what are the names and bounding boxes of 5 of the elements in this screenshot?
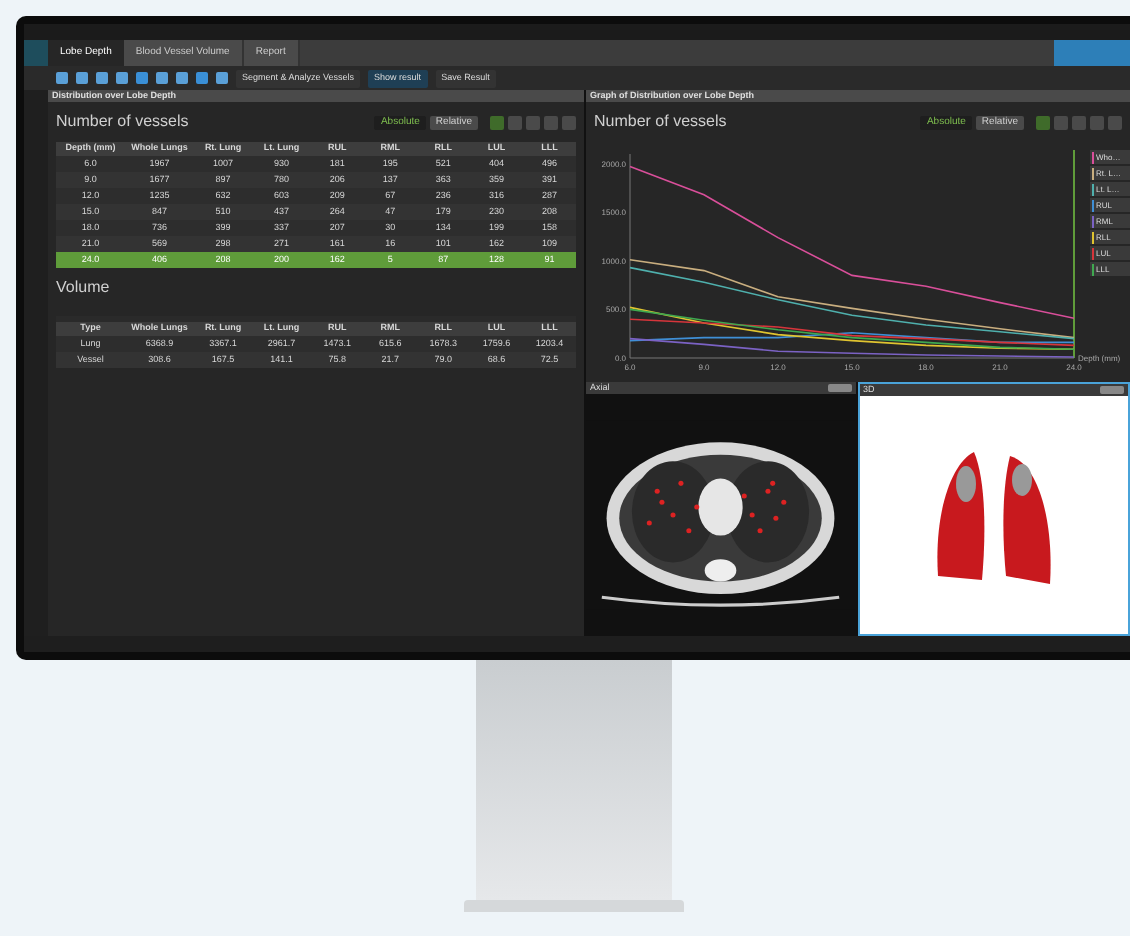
viewer-tools-icon[interactable] (827, 384, 851, 392)
app-logo-icon (24, 40, 48, 66)
section-heading: Volume (54, 276, 112, 300)
section-heading: Number of vessels (594, 110, 727, 134)
section-heading: Number of vessels (56, 110, 189, 134)
